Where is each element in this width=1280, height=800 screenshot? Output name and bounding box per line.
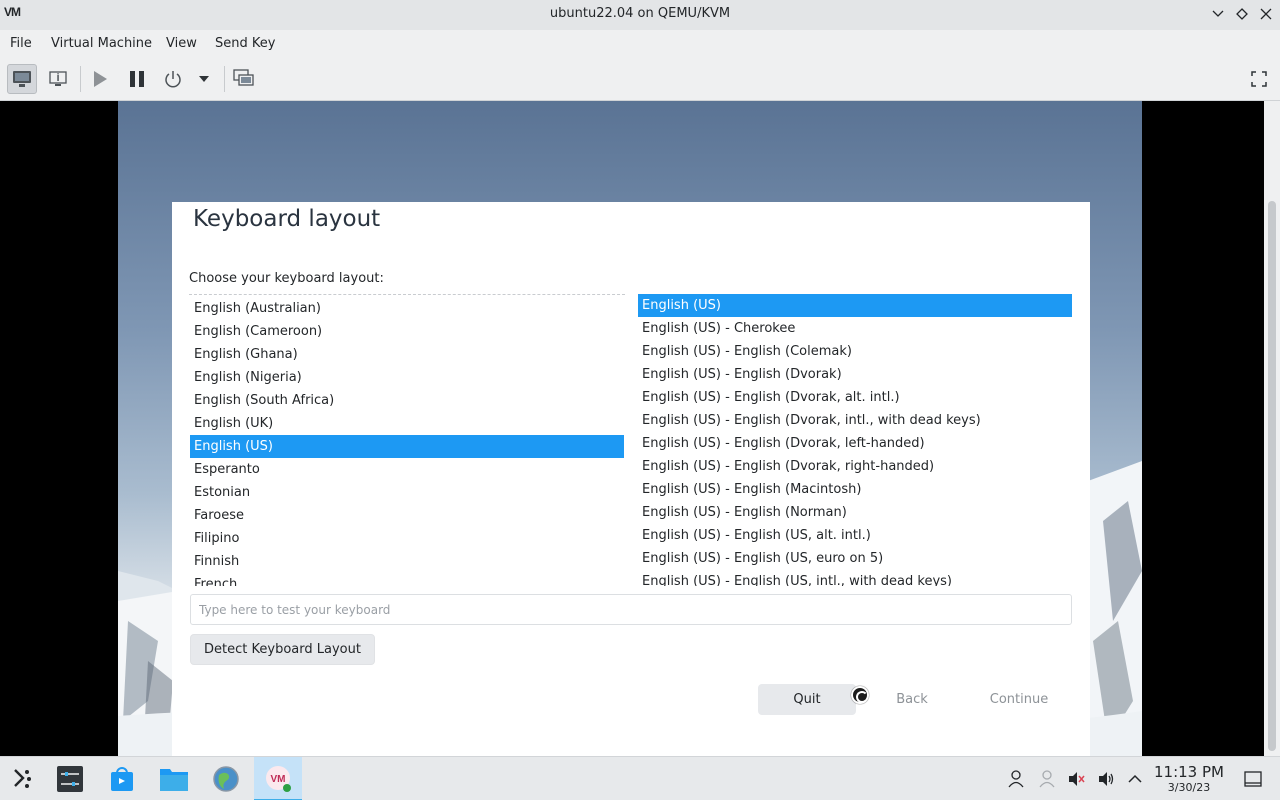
- layout-list-item[interactable]: Filipino: [190, 527, 624, 550]
- pause-icon: [130, 71, 144, 87]
- layout-list-item[interactable]: Faroese: [190, 504, 624, 527]
- layout-list-item[interactable]: Finnish: [190, 550, 624, 573]
- discover-store-icon[interactable]: [106, 763, 138, 795]
- snapshots-button[interactable]: [229, 64, 259, 94]
- play-icon: [94, 71, 107, 87]
- variant-list-item[interactable]: English (US) - English (Dvorak, intl., w…: [638, 409, 1072, 432]
- minimize-button[interactable]: [1208, 4, 1228, 24]
- snapshots-icon: [233, 69, 254, 86]
- toolbar-separator: [80, 66, 81, 92]
- quit-button[interactable]: Quit: [758, 684, 856, 715]
- variant-list-item[interactable]: English (US) - English (Dvorak): [638, 363, 1072, 386]
- continue-button[interactable]: Continue: [969, 684, 1069, 715]
- maximize-button[interactable]: [1232, 4, 1252, 24]
- menu-file[interactable]: File: [10, 36, 32, 51]
- shutdown-menu-button[interactable]: [190, 64, 218, 94]
- layout-list[interactable]: English (Australian) English (Cameroon) En…: [189, 294, 625, 586]
- variant-list-item[interactable]: English (US) - English (Macintosh): [638, 478, 1072, 501]
- layout-list-item[interactable]: English (South Africa): [190, 389, 624, 412]
- toolbar: [0, 58, 1280, 101]
- menu-view[interactable]: View: [166, 36, 197, 51]
- close-icon: [1260, 8, 1272, 20]
- run-button[interactable]: [85, 64, 115, 94]
- diamond-icon: [1236, 8, 1248, 20]
- variant-list-item[interactable]: English (US) - English (Dvorak, right-ha…: [638, 455, 1072, 478]
- window-title: ubuntu22.04 on QEMU/KVM: [549, 6, 731, 21]
- layout-list-item[interactable]: English (Ghana): [190, 343, 624, 366]
- web-browser-icon[interactable]: [210, 763, 242, 795]
- menu-send-key[interactable]: Send Key: [215, 36, 275, 51]
- chevron-down-icon: [199, 76, 209, 82]
- shutdown-button[interactable]: [158, 64, 188, 94]
- choose-layout-label: Choose your keyboard layout:: [189, 271, 384, 286]
- variant-list-item[interactable]: English (US) - English (Dvorak, left-han…: [638, 432, 1072, 455]
- variant-list-item[interactable]: English (US) - English (US, alt. intl.): [638, 524, 1072, 547]
- menu-virtual-machine[interactable]: Virtual Machine: [51, 36, 152, 51]
- details-view-button[interactable]: [43, 64, 73, 94]
- busy-cursor-icon: [851, 686, 869, 704]
- variant-list-item[interactable]: English (US) - Cherokee: [638, 317, 1072, 340]
- expand-tray-icon[interactable]: [1125, 769, 1145, 789]
- layout-list-item[interactable]: Esperanto: [190, 458, 624, 481]
- toolbar-separator: [224, 66, 225, 92]
- taskbar: VM 11:13 PM 3/30/23: [0, 756, 1280, 800]
- layout-list-item[interactable]: English (UK): [190, 412, 624, 435]
- power-icon: [165, 71, 181, 88]
- info-icon: [49, 71, 67, 86]
- clock-time[interactable]: 11:13 PM: [1150, 763, 1228, 781]
- window-titlebar: VM ubuntu22.04 on QEMU/KVM: [0, 0, 1280, 30]
- variant-list-item[interactable]: English (US) - English (US, intl., with …: [638, 570, 1072, 586]
- pause-button[interactable]: [122, 64, 152, 94]
- variant-list-item[interactable]: English (US) - English (US, euro on 5): [638, 547, 1072, 570]
- variant-list-item[interactable]: English (US) - English (Colemak): [638, 340, 1072, 363]
- keyboard-test-input[interactable]: [190, 594, 1072, 625]
- page-title: Keyboard layout: [193, 206, 381, 232]
- monitor-icon: [13, 71, 31, 87]
- layout-list-item[interactable]: English (US): [190, 435, 624, 458]
- close-button[interactable]: [1256, 4, 1276, 24]
- variant-list-item[interactable]: English (US) - English (Dvorak, alt. int…: [638, 386, 1072, 409]
- clock-date[interactable]: 3/30/23: [1150, 781, 1228, 794]
- installer-dialog: Keyboard layout Choose your keyboard lay…: [172, 202, 1090, 756]
- application-launcher-icon[interactable]: [6, 763, 38, 795]
- layout-list-item[interactable]: Estonian: [190, 481, 624, 504]
- layout-list-item[interactable]: English (Cameroon): [190, 320, 624, 343]
- scrollbar-thumb[interactable]: [1268, 201, 1276, 751]
- chevron-down-icon: [1212, 10, 1224, 17]
- menu-bar: File Virtual Machine View Send Key: [0, 30, 1280, 58]
- mute-icon[interactable]: [1066, 769, 1086, 789]
- back-button[interactable]: Back: [862, 684, 962, 715]
- fullscreen-icon: [1251, 71, 1267, 87]
- variant-list-item[interactable]: English (US) - English (Norman): [638, 501, 1072, 524]
- file-manager-icon[interactable]: [158, 763, 190, 795]
- virt-manager-taskbar-icon[interactable]: VM: [254, 757, 302, 800]
- vm-scrollbar[interactable]: [1264, 101, 1280, 756]
- console-view-button[interactable]: [7, 64, 37, 94]
- detect-keyboard-layout-button[interactable]: Detect Keyboard Layout: [190, 634, 375, 665]
- layout-list-item[interactable]: French: [190, 573, 624, 586]
- layout-list-item[interactable]: English (Australian): [190, 297, 624, 320]
- variant-list-item[interactable]: English (US): [638, 294, 1072, 317]
- svg-text:VM: VM: [271, 774, 286, 785]
- user-icon[interactable]: [1006, 769, 1026, 789]
- variant-list[interactable]: English (US) English (US) - Cherokee Engli…: [637, 294, 1073, 586]
- show-desktop-icon[interactable]: [1243, 769, 1263, 789]
- user-switch-icon[interactable]: [1037, 769, 1057, 789]
- layout-list-item[interactable]: English (Nigeria): [190, 366, 624, 389]
- fullscreen-button[interactable]: [1244, 64, 1274, 94]
- system-settings-icon[interactable]: [54, 763, 86, 795]
- vm-display[interactable]: Keyboard layout Choose your keyboard lay…: [0, 101, 1264, 756]
- volume-icon[interactable]: [1096, 769, 1116, 789]
